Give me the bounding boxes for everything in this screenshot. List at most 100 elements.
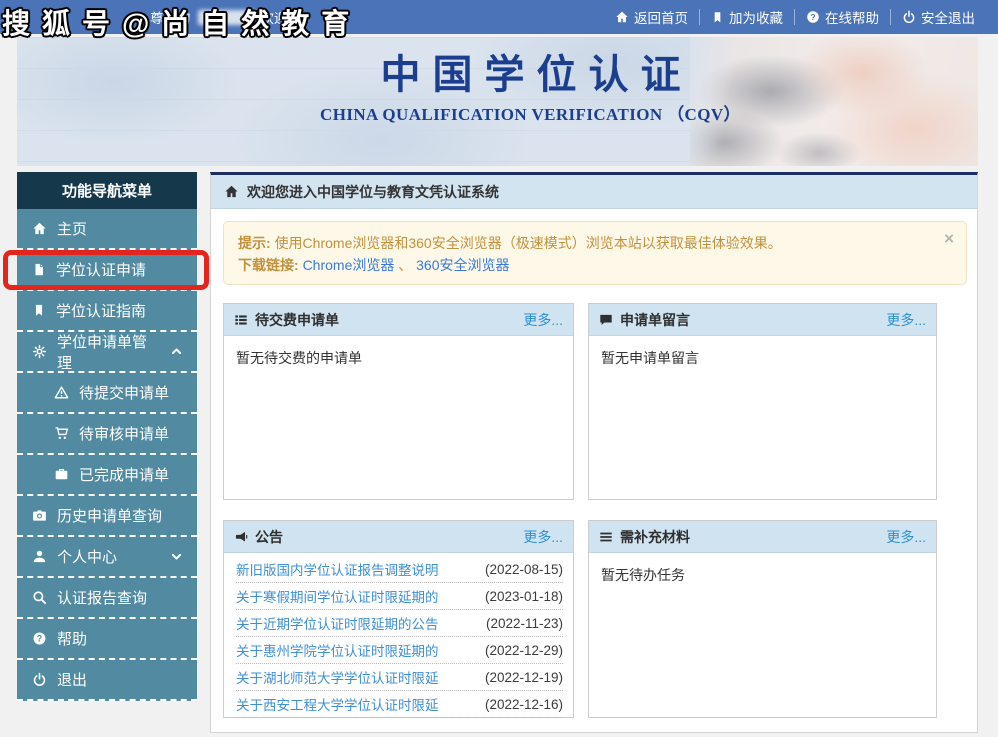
announcement-link[interactable]: 关于惠州学院学位认证时限延期的	[236, 640, 439, 660]
sidebar-item-degree-application[interactable]: 学位认证申请	[17, 250, 197, 291]
announcement-link[interactable]: 关于寒假期间学位认证时限延期的	[236, 586, 439, 606]
dashboard-panels: 待交费申请单 更多... 暂无待交费的申请单 申请单留言 更多... 暂无申请单…	[223, 303, 977, 718]
announcement-link[interactable]: 关于近期学位认证时限延期的公告	[236, 613, 439, 633]
announcement-row: 新旧版国内学位认证报告调整说明 (2022-08-15)	[236, 556, 563, 583]
panel-empty-text: 暂无待办任务	[589, 553, 936, 597]
help-circle-icon: ?	[806, 10, 820, 24]
announcement-date: (2022-12-19)	[485, 670, 563, 685]
site-banner: 中国学位认证 CHINA QUALIFICATION VERIFICATION …	[17, 37, 978, 166]
panel-title: 需补充材料	[620, 527, 690, 547]
360-download-link[interactable]: 360安全浏览器	[416, 257, 509, 273]
comment-icon	[599, 313, 613, 327]
watermark-text: 搜狐号@尚自然教育	[2, 2, 361, 42]
camera-icon	[32, 508, 47, 523]
more-link[interactable]: 更多...	[886, 310, 926, 330]
sidebar-item-label: 待提交申请单	[79, 382, 169, 403]
sidebar-item-personal-center[interactable]: 个人中心	[17, 537, 197, 578]
svg-text:?: ?	[810, 12, 815, 22]
online-help-label: 在线帮助	[825, 7, 879, 27]
sidebar-item-home[interactable]: 主页	[17, 209, 197, 250]
browser-notice: 提示: 使用Chrome浏览器和360安全浏览器（极速模式）浏览本站以获取最佳体…	[223, 221, 967, 285]
return-home-label: 返回首页	[634, 7, 688, 27]
panel-header: 申请单留言 更多...	[589, 304, 936, 336]
sidebar-item-label: 待审核申请单	[79, 423, 169, 444]
announcement-date: (2022-08-15)	[485, 562, 563, 577]
content-row: 功能导航菜单 主页 学位认证申请 学位认证指南 学位申请单管理	[17, 172, 978, 733]
megaphone-icon	[234, 530, 248, 544]
panel-title: 待交费申请单	[255, 310, 339, 330]
welcome-bar: 欢迎您进入中国学位与教育文凭认证系统	[211, 175, 977, 209]
gear-icon	[32, 344, 47, 359]
panel-announcements: 公告 更多... 新旧版国内学位认证报告调整说明 (2022-08-15) 关于…	[223, 520, 574, 718]
more-link[interactable]: 更多...	[886, 527, 926, 547]
bookmark-icon	[711, 11, 724, 24]
safe-logout-link[interactable]: 安全退出	[891, 7, 986, 27]
safe-logout-label: 安全退出	[921, 7, 975, 27]
sidebar-item-label: 学位申请单管理	[57, 331, 160, 373]
sidebar-nav: 功能导航菜单 主页 学位认证申请 学位认证指南 学位申请单管理	[17, 172, 197, 701]
welcome-title: 欢迎您进入中国学位与教育文凭认证系统	[247, 182, 499, 202]
announcement-list: 新旧版国内学位认证报告调整说明 (2022-08-15) 关于寒假期间学位认证时…	[224, 553, 573, 718]
home-icon	[615, 10, 629, 24]
list-icon	[234, 313, 248, 327]
close-icon[interactable]: ×	[944, 230, 954, 247]
help-circle-icon: ?	[32, 631, 47, 646]
chrome-download-link[interactable]: Chrome浏览器	[303, 257, 395, 273]
sidebar-item-history-query[interactable]: 历史申请单查询	[17, 496, 197, 537]
panel-header: 需补充材料 更多...	[589, 521, 936, 553]
announcement-row: 关于湖北师范大学学位认证时限延 (2022-12-19)	[236, 664, 563, 691]
sidebar-item-pending-review[interactable]: 待审核申请单	[17, 414, 197, 455]
notice-tip-label: 提示:	[238, 235, 271, 251]
sidebar-item-label: 学位认证指南	[56, 300, 146, 321]
power-icon	[902, 10, 916, 24]
sidebar-item-label: 帮助	[57, 628, 87, 649]
announcement-row: 关于寒假期间学位认证时限延期的 (2023-01-18)	[236, 583, 563, 610]
panel-header: 公告 更多...	[224, 521, 573, 553]
sidebar-item-pending-submit[interactable]: 待提交申请单	[17, 373, 197, 414]
sidebar-item-label: 学位认证申请	[56, 259, 146, 280]
panel-title: 申请单留言	[620, 310, 690, 330]
banner-photo-graduation-caps	[690, 37, 978, 166]
sidebar-item-label: 已完成申请单	[79, 464, 169, 485]
panel-pending-payment: 待交费申请单 更多... 暂无待交费的申请单	[223, 303, 574, 500]
sidebar-item-label: 退出	[57, 669, 87, 690]
sidebar-item-report-query[interactable]: 认证报告查询	[17, 578, 197, 619]
announcement-link[interactable]: 新旧版国内学位认证报告调整说明	[236, 559, 439, 579]
chevron-up-icon	[170, 345, 183, 358]
sidebar-item-application-management[interactable]: 学位申请单管理	[17, 332, 197, 373]
more-link[interactable]: 更多...	[523, 527, 563, 547]
online-help-link[interactable]: ? 在线帮助	[795, 7, 890, 27]
panel-title: 公告	[255, 527, 283, 547]
announcement-link[interactable]: 关于湖北师范大学学位认证时限延	[236, 667, 439, 687]
svg-text:?: ?	[37, 634, 42, 644]
user-icon	[32, 549, 47, 564]
add-favorite-link[interactable]: 加为收藏	[700, 7, 794, 27]
sidebar-item-completed[interactable]: 已完成申请单	[17, 455, 197, 496]
return-home-link[interactable]: 返回首页	[604, 7, 699, 27]
announcement-link[interactable]: 关于西安工程大学学位认证时限延	[236, 694, 439, 714]
announcement-date: (2022-12-29)	[485, 643, 563, 658]
announcement-row: 关于近期学位认证时限延期的公告 (2022-11-23)	[236, 610, 563, 637]
notice-line1: 提示: 使用Chrome浏览器和360安全浏览器（极速模式）浏览本站以获取最佳体…	[238, 232, 952, 254]
warning-icon	[54, 385, 69, 400]
top-nav: 返回首页 加为收藏 ? 在线帮助 安全退出	[604, 7, 986, 27]
sidebar-item-exit[interactable]: 退出	[17, 660, 197, 701]
announcement-row: 关于西安工程大学学位认证时限延 (2022-12-16)	[236, 691, 563, 718]
sidebar-item-degree-guide[interactable]: 学位认证指南	[17, 291, 197, 332]
home-icon	[32, 221, 47, 236]
sidebar-item-help[interactable]: ? 帮助	[17, 619, 197, 660]
panel-messages: 申请单留言 更多... 暂无申请单留言	[588, 303, 937, 500]
cart-icon	[54, 426, 69, 441]
more-link[interactable]: 更多...	[523, 310, 563, 330]
bookmark-icon	[32, 303, 46, 318]
notice-download-label: 下载链接:	[238, 257, 299, 273]
file-icon	[32, 262, 46, 277]
home-icon	[224, 184, 239, 199]
sidebar-header: 功能导航菜单	[17, 172, 197, 209]
panel-empty-text: 暂无申请单留言	[589, 336, 936, 380]
align-justify-icon	[599, 530, 613, 544]
chevron-down-icon	[170, 550, 183, 563]
main-content: 欢迎您进入中国学位与教育文凭认证系统 提示: 使用Chrome浏览器和360安全…	[210, 172, 978, 733]
panel-supplement-materials: 需补充材料 更多... 暂无待办任务	[588, 520, 937, 718]
notice-line2: 下载链接: Chrome浏览器 、 360安全浏览器	[238, 254, 952, 276]
